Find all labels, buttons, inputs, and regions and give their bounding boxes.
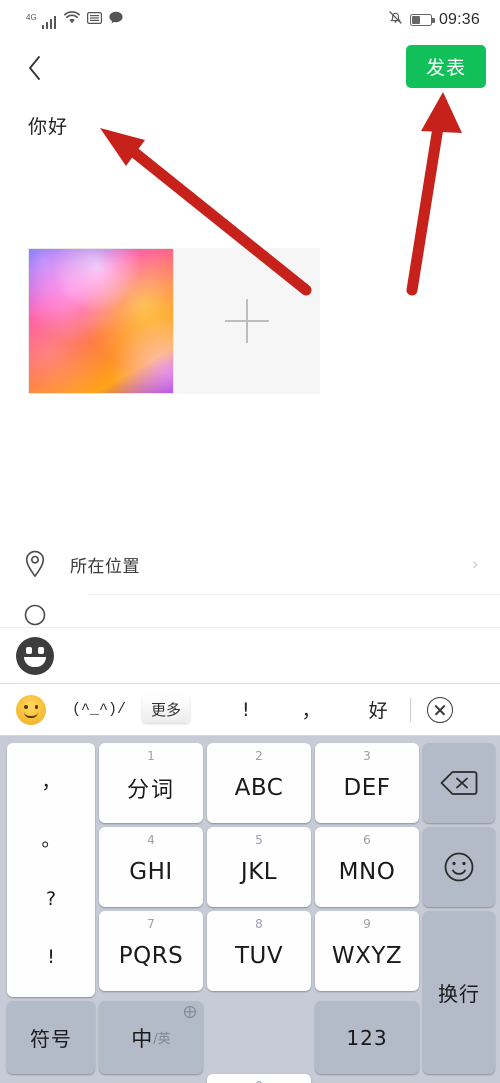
ime-suggestion-bar: (^_^)/ 更多 ! ， 好 (0, 683, 500, 736)
key-number: 8 (255, 917, 263, 931)
location-row-label: 所在位置 (70, 556, 140, 577)
location-row[interactable]: 所在位置 › (0, 535, 500, 593)
language-switch-key[interactable]: 中 /英 (99, 1001, 203, 1074)
emoji-toolbar (0, 627, 500, 683)
symbols-key[interactable]: 符号 (7, 1001, 95, 1074)
app-header: 发表 (0, 40, 500, 96)
punct-exclaim[interactable]: ! (47, 948, 55, 967)
key-label: JKL (240, 858, 278, 885)
key-number: 9 (363, 917, 371, 931)
punct-period[interactable]: 。 (41, 831, 60, 850)
location-pin-icon (0, 550, 70, 578)
network-type-label: 4G (26, 13, 37, 22)
key-label: PQRS (118, 942, 184, 969)
keyboard-grid: ， 。 ? ! 1 分词 2 ABC 3 DEF 4 GHI 5 JKL 6 M… (3, 741, 497, 1083)
globe-icon (184, 1006, 196, 1018)
phone-screen: 4G 09:36 发表 你好 所在位置 › (^_^)/ 更多 ! ， 好 ， … (0, 0, 500, 1083)
bell-muted-icon (388, 10, 403, 30)
signal-bars-icon (41, 16, 57, 29)
add-photo-button[interactable] (174, 248, 320, 394)
message-bubble-icon (109, 11, 123, 29)
smiley-key-icon[interactable] (423, 827, 495, 907)
key-number: 7 (147, 917, 155, 931)
publish-button[interactable]: 发表 (405, 45, 486, 88)
compose-text[interactable]: 你好 (28, 112, 68, 139)
status-bar-left-icons: 4G (26, 11, 123, 29)
close-circle-icon[interactable] (426, 696, 453, 723)
visibility-icon (0, 603, 70, 627)
suggestion-item-2[interactable]: ， (302, 696, 321, 723)
key-7-pqrs[interactable]: 7 PQRS (99, 911, 203, 991)
key-number: 5 (255, 833, 263, 847)
key-number: 2 (255, 749, 263, 763)
smiley-emoji-icon[interactable] (16, 694, 46, 725)
suggestion-item-1[interactable]: ! (242, 699, 250, 721)
key-8-tuv[interactable]: 8 TUV (207, 911, 311, 991)
punct-comma[interactable]: ， (41, 772, 60, 792)
arrow-pointing-to-publish-button (406, 92, 462, 296)
sim-card-icon (87, 11, 103, 29)
key-label: MNO (338, 858, 396, 885)
chevron-right-icon: › (472, 554, 478, 573)
kaomoji-suggestion[interactable]: (^_^)/ (72, 701, 126, 718)
media-row (28, 248, 320, 394)
battery-icon (409, 14, 435, 26)
back-chevron-icon[interactable] (14, 48, 54, 88)
suggestion-divider (409, 697, 411, 722)
key-label: TUV (234, 942, 284, 969)
key-label: ABC (234, 774, 284, 801)
keyboard: ， 。 ? ! 1 分词 2 ABC 3 DEF 4 GHI 5 JKL 6 M… (0, 736, 500, 1083)
key-4-ghi[interactable]: 4 GHI (99, 827, 203, 907)
wifi-icon (64, 11, 81, 29)
key-5-jkl[interactable]: 5 JKL (207, 827, 311, 907)
key-label: 分词 (126, 777, 175, 803)
key-number: 6 (363, 833, 371, 847)
key-label: DEF (343, 774, 391, 801)
punct-question[interactable]: ? (46, 889, 56, 909)
suggestion-item-3[interactable]: 好 (369, 696, 388, 723)
numeric-key-label: 123 (346, 1025, 388, 1050)
numeric-key[interactable]: 123 (315, 1001, 419, 1074)
backspace-icon[interactable] (423, 743, 495, 823)
space-key[interactable]: 0 (207, 1074, 311, 1083)
key-number: 3 (363, 749, 371, 763)
punctuation-key[interactable]: ， 。 ? ! (7, 743, 95, 997)
key-label: GHI (129, 858, 173, 885)
key-2-abc[interactable]: 2 ABC (207, 743, 311, 823)
emoji-face-icon[interactable] (16, 637, 54, 675)
more-suggestions-button[interactable]: 更多 (142, 696, 191, 723)
key-9-wxyz[interactable]: 9 WXYZ (315, 911, 419, 991)
enter-key[interactable]: 换行 (423, 911, 495, 1074)
lang-en-label: /英 (153, 1032, 171, 1047)
next-row-clipped[interactable] (0, 603, 500, 627)
key-3-def[interactable]: 3 DEF (315, 743, 419, 823)
key-label: WXYZ (331, 942, 403, 969)
enter-key-label: 换行 (438, 982, 480, 1006)
key-number: 4 (147, 833, 155, 847)
photo-thumbnail[interactable] (28, 248, 174, 394)
key-1-fenci[interactable]: 1 分词 (99, 743, 203, 823)
key-6-mno[interactable]: 6 MNO (315, 827, 419, 907)
row-divider (88, 594, 500, 595)
lang-zh-label: 中 (131, 1026, 153, 1051)
status-bar-right-icons: 09:36 (388, 10, 480, 30)
symbols-key-label: 符号 (30, 1027, 72, 1051)
key-number: 1 (147, 749, 155, 763)
clock-time: 09:36 (438, 11, 480, 28)
status-bar: 4G 09:36 (0, 0, 500, 40)
space-zero-label: 0 (255, 1079, 263, 1083)
